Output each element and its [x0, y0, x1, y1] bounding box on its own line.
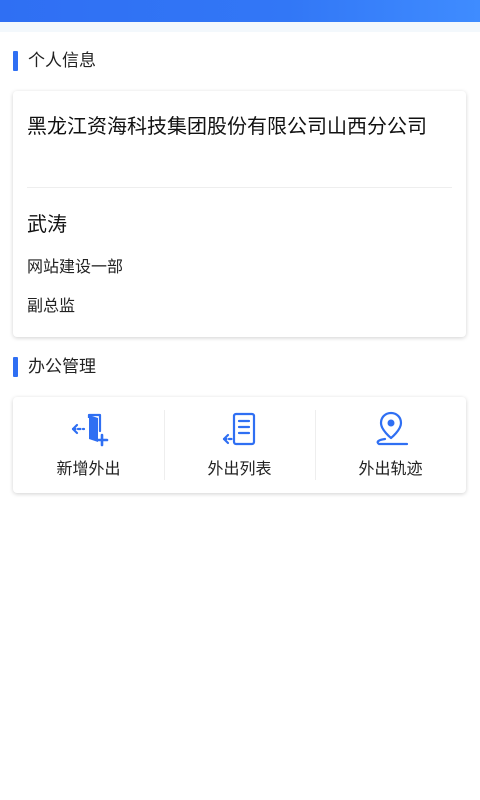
section-accent-bar [13, 357, 18, 377]
status-bar [0, 0, 480, 22]
location-track-icon [376, 411, 408, 446]
office-menu-card: 新增外出 外出列表 外出轨迹 [13, 397, 466, 493]
employee-name: 武涛 [27, 212, 67, 236]
outing-list-icon [222, 412, 255, 446]
job-title: 副总监 [27, 296, 76, 315]
section-accent-bar [13, 51, 18, 71]
header-strip [0, 22, 480, 32]
profile-section-title: 个人信息 [28, 51, 96, 71]
add-outing-label: 新增外出 [56, 459, 121, 478]
office-section-title: 办公管理 [28, 357, 96, 377]
profile-section-header: 个人信息 [13, 51, 96, 71]
outing-track-button[interactable]: 外出轨迹 [315, 397, 466, 493]
add-outing-icon [71, 413, 108, 447]
company-name: 黑龙江资海科技集团股份有限公司山西分公司 [27, 114, 427, 138]
outing-list-label: 外出列表 [207, 459, 272, 478]
outing-track-label: 外出轨迹 [358, 459, 423, 478]
department-name: 网站建设一部 [27, 257, 124, 276]
profile-divider [27, 187, 452, 188]
add-outing-button[interactable]: 新增外出 [13, 397, 164, 493]
profile-card: 黑龙江资海科技集团股份有限公司山西分公司 武涛 网站建设一部 副总监 [13, 91, 466, 337]
outing-list-button[interactable]: 外出列表 [164, 397, 315, 493]
office-section-header: 办公管理 [13, 357, 96, 377]
